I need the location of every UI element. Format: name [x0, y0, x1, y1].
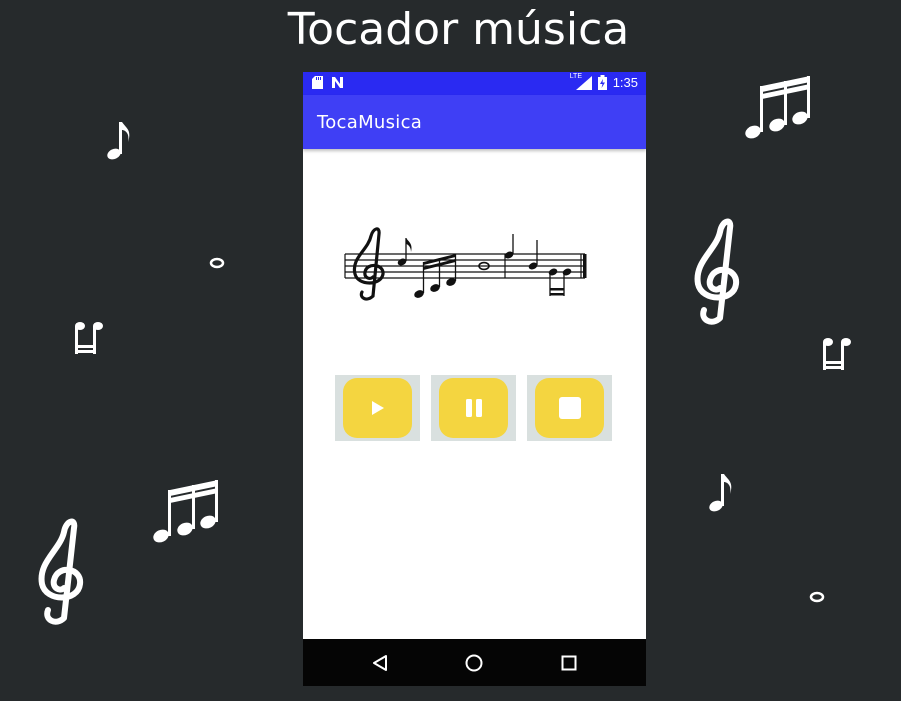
sheet-music-image: [344, 227, 587, 301]
treble-clef-icon: [694, 218, 739, 325]
stop-button[interactable]: [527, 375, 612, 441]
beamed-sixteenth-notes-icon: [75, 322, 103, 354]
home-circle-icon: [465, 654, 483, 671]
eighth-note-icon: [107, 122, 130, 160]
treble-clef-icon: [38, 518, 83, 625]
app-bar: TocaMusica: [303, 95, 646, 149]
eighth-note-icon: [709, 474, 732, 512]
app-title: TocaMusica: [317, 112, 423, 133]
status-time: 1:35: [612, 75, 638, 90]
recents-square-icon: [561, 655, 577, 670]
phone-screen: LTE 1:35 TocaMusica: [303, 72, 646, 686]
home-button[interactable]: [454, 643, 494, 683]
navigation-bar: [303, 639, 646, 686]
recents-button[interactable]: [549, 643, 589, 683]
sd-card-icon: [312, 76, 323, 89]
back-button[interactable]: [360, 643, 400, 683]
beamed-notes-icon: [153, 480, 218, 543]
stop-icon: [558, 397, 581, 419]
play-icon: [371, 401, 384, 415]
beamed-notes-icon: [745, 76, 810, 139]
pause-button[interactable]: [431, 375, 516, 441]
status-bar: LTE 1:35: [303, 72, 646, 95]
page-title: Tocador música: [287, 4, 630, 55]
pause-icon: [465, 399, 482, 417]
n-notification-icon: [332, 77, 343, 88]
whole-note-icon: [809, 591, 825, 603]
whole-note-icon: [209, 257, 225, 269]
back-triangle-icon: [373, 654, 388, 671]
media-controls: [335, 375, 612, 441]
play-button[interactable]: [335, 375, 420, 441]
lte-signal-icon: LTE: [570, 73, 592, 90]
beamed-sixteenth-notes-icon: [823, 338, 851, 370]
battery-charging-icon: [597, 75, 607, 90]
